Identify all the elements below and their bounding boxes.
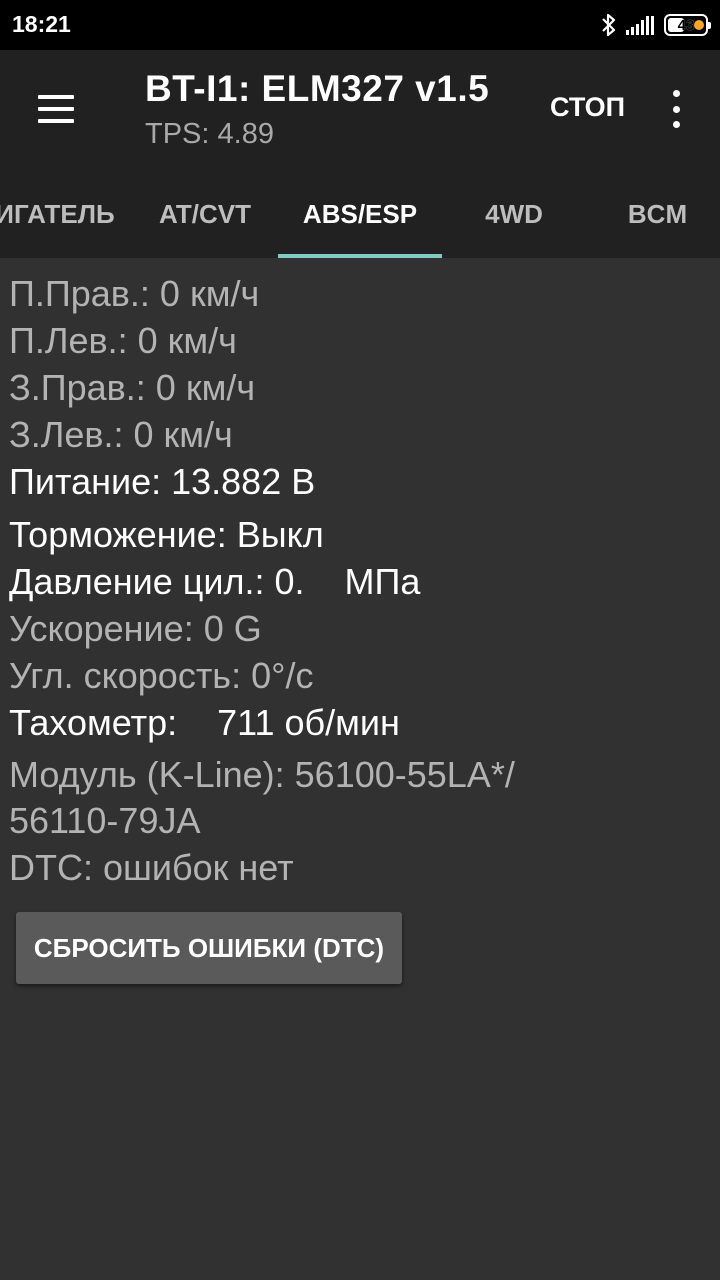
acceleration: Ускорение: 0 G — [9, 608, 262, 649]
tab-bcm[interactable]: BCM — [590, 170, 720, 258]
tab-bar: ИГАТЕЛЬ AT/CVT ABS/ESP 4WD BCM — [0, 170, 720, 258]
cylinder-pressure: Давление цил.: 0. МПа — [9, 561, 421, 602]
front-left-wheel-speed: П.Лев.: 0 км/ч — [9, 320, 237, 361]
active-tab-indicator — [278, 254, 442, 258]
tab-at-cvt[interactable]: AT/CVT — [140, 170, 270, 258]
reset-dtc-button[interactable]: СБРОСИТЬ ОШИБКИ (DTC) — [16, 912, 402, 984]
stop-button[interactable]: СТОП — [550, 92, 625, 123]
tab-engine[interactable]: ИГАТЕЛЬ — [0, 170, 140, 258]
app-title: BT-I1: ELM327 v1.5 — [145, 68, 490, 109]
rear-left-wheel-speed: З.Лев.: 0 км/ч — [9, 414, 233, 455]
status-time: 18:21 — [12, 11, 71, 37]
braking-status: Торможение: Выкл — [9, 514, 324, 555]
tab-4wd[interactable]: 4WD — [450, 170, 578, 258]
tachometer: Тахометр: 711 об/мин — [9, 702, 400, 743]
status-bar: 18:21 43 — [0, 0, 720, 50]
bluetooth-icon — [602, 13, 616, 37]
front-right-wheel-speed: П.Прав.: 0 км/ч — [9, 273, 260, 314]
app-subtitle: TPS: 4.89 — [145, 118, 274, 150]
rear-right-wheel-speed: З.Прав.: 0 км/ч — [9, 367, 256, 408]
signal-icon — [626, 16, 654, 35]
charging-icon — [694, 20, 704, 30]
app-bar: BT-I1: ELM327 v1.5 TPS: 4.89 СТОП — [0, 50, 720, 170]
angular-speed: Угл. скорость: 0°/с — [9, 655, 314, 696]
hamburger-menu-icon[interactable] — [38, 95, 74, 123]
module-id: Модуль (K-Line): 56100-55LA*/ 56110-79JA — [9, 754, 515, 841]
battery-icon: 43 — [664, 14, 711, 36]
more-options-icon[interactable] — [670, 90, 682, 128]
tab-abs-esp[interactable]: ABS/ESP — [278, 170, 442, 258]
status-icons: 43 — [600, 12, 711, 38]
battery-level: 43 — [677, 16, 695, 34]
dtc-status: DTC: ошибок нет — [9, 847, 294, 888]
readings-panel: П.Прав.: 0 км/ч П.Лев.: 0 км/ч З.Прав.: … — [9, 270, 709, 891]
power-voltage: Питание: 13.882 В — [9, 461, 316, 502]
